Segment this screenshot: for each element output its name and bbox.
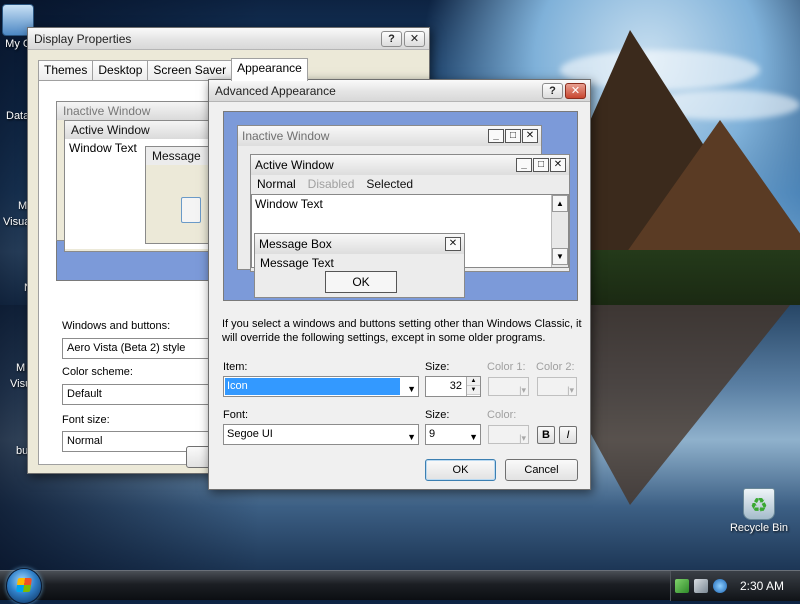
item-size-value: 32 <box>449 380 462 392</box>
windows-buttons-select[interactable]: Aero Vista (Beta 2) style <box>62 338 232 359</box>
preview-active-title: Active Window <box>255 158 334 172</box>
windows-buttons-label: Windows and buttons: <box>62 320 171 332</box>
maximize-icon: □ <box>533 158 549 172</box>
color1-picker: |▾ <box>488 377 529 396</box>
desktop-icon-label[interactable]: Data <box>6 110 29 122</box>
close-icon: ✕ <box>522 129 538 143</box>
advanced-appearance-titlebar[interactable]: Advanced Appearance ? ✕ <box>209 80 590 102</box>
taskbar: 2:30 AM <box>0 568 800 604</box>
desktop-icon-label[interactable]: M <box>16 362 25 374</box>
desktop-icon-label: Recycle Bin <box>729 522 789 534</box>
preview-ok-button: OK <box>325 271 397 293</box>
font-select[interactable]: Segoe UI ▼ <box>223 424 419 445</box>
chevron-down-icon: |▾ <box>567 385 574 395</box>
chevron-down-icon: |▾ <box>519 385 526 395</box>
volume-icon[interactable] <box>712 579 727 593</box>
help-button[interactable]: ? <box>381 30 402 47</box>
preview-message-titlebar: Message Box ✕ <box>255 234 464 254</box>
help-button[interactable]: ? <box>542 82 563 99</box>
tab-themes[interactable]: Themes <box>38 60 94 81</box>
spinner-arrows[interactable]: ▲ ▼ <box>466 377 480 396</box>
color2-label: Color 2: <box>536 361 575 373</box>
preview-message-box: Message Box ✕ Message Text OK <box>254 233 465 298</box>
preview-scrollbar: ▲ ▼ <box>551 195 568 267</box>
preview-inactive-titlebar: Inactive Window _ □ ✕ <box>238 126 541 146</box>
font-color-picker: |▾ <box>488 425 529 444</box>
close-icon: ✕ <box>445 237 461 251</box>
bold-button[interactable]: B <box>537 426 555 444</box>
preview-ok-button <box>181 197 201 223</box>
minimize-icon: _ <box>488 129 504 143</box>
item-value: Icon <box>225 378 400 395</box>
font-label: Font: <box>223 409 249 421</box>
item-select[interactable]: Icon ▼ <box>223 376 419 397</box>
advanced-appearance-window: Advanced Appearance ? ✕ Inactive Window … <box>208 79 591 490</box>
window-title: Display Properties <box>34 31 132 46</box>
color-scheme-select[interactable]: Default <box>62 384 232 405</box>
preview-message-text: Message Text <box>255 254 464 272</box>
tab-strip: Themes Desktop Screen Saver Appearance <box>38 58 308 81</box>
preview-menu-bar: Normal Disabled Selected <box>251 175 569 193</box>
chevron-down-icon: ▼ <box>407 384 416 394</box>
font-size-select[interactable]: 9 ▼ <box>425 424 481 445</box>
start-button[interactable] <box>6 568 42 604</box>
spin-down-icon[interactable]: ▼ <box>467 386 480 395</box>
advanced-preview[interactable]: Inactive Window _ □ ✕ Active Window _ □ … <box>223 111 578 301</box>
system-tray: 2:30 AM <box>670 571 800 601</box>
item-size-label: Size: <box>425 361 450 373</box>
clock[interactable]: 2:30 AM <box>740 579 784 593</box>
preview-window-text: Window Text <box>255 197 323 211</box>
tab-desktop[interactable]: Desktop <box>92 60 149 81</box>
preview-active-titlebar: Active Window _ □ ✕ <box>251 155 569 175</box>
close-icon: ✕ <box>550 158 566 172</box>
item-label: Item: <box>223 361 248 373</box>
safely-remove-icon[interactable] <box>674 579 689 593</box>
italic-button[interactable]: I <box>559 426 577 444</box>
item-size-spinner[interactable]: 32 ▲ ▼ <box>425 376 481 397</box>
cancel-button[interactable]: Cancel <box>505 459 578 481</box>
close-button[interactable]: ✕ <box>404 30 425 47</box>
font-size-value: 9 <box>429 428 436 440</box>
minimize-icon: _ <box>516 158 532 172</box>
font-color-label: Color: <box>487 409 517 421</box>
font-size-label: Size: <box>425 409 450 421</box>
spin-up-icon[interactable]: ▲ <box>467 377 480 386</box>
font-value: Segoe UI <box>227 428 273 440</box>
advanced-note: If you select a windows and buttons sett… <box>222 318 582 344</box>
chevron-down-icon: ▼ <box>469 432 478 442</box>
color1-label: Color 1: <box>487 361 526 373</box>
preview-menu-normal: Normal <box>257 177 296 191</box>
tab-screen-saver[interactable]: Screen Saver <box>147 60 233 81</box>
recycle-bin-icon <box>743 488 775 520</box>
display-properties-titlebar[interactable]: Display Properties ? ✕ <box>28 28 429 50</box>
preview-menu-selected: Selected <box>366 177 414 191</box>
tab-appearance[interactable]: Appearance <box>231 58 308 81</box>
close-button[interactable]: ✕ <box>565 82 586 99</box>
network-icon[interactable] <box>693 579 708 593</box>
chevron-down-icon: ▼ <box>407 432 416 442</box>
scroll-down-icon: ▼ <box>552 248 568 265</box>
preview-message-title: Message Box <box>259 237 332 251</box>
maximize-icon: □ <box>505 129 521 143</box>
color2-picker: |▾ <box>537 377 577 396</box>
color-scheme-label: Color scheme: <box>62 366 133 378</box>
desktop-icon-recycle-bin[interactable]: Recycle Bin <box>724 488 794 534</box>
ok-button[interactable]: OK <box>425 459 496 481</box>
preview-inactive-title: Inactive Window <box>242 129 330 143</box>
preview-menu-disabled: Disabled <box>307 177 355 191</box>
chevron-down-icon: |▾ <box>519 433 526 443</box>
window-title: Advanced Appearance <box>215 83 336 98</box>
scroll-up-icon: ▲ <box>552 195 568 212</box>
font-size-label: Font size: <box>62 414 110 426</box>
